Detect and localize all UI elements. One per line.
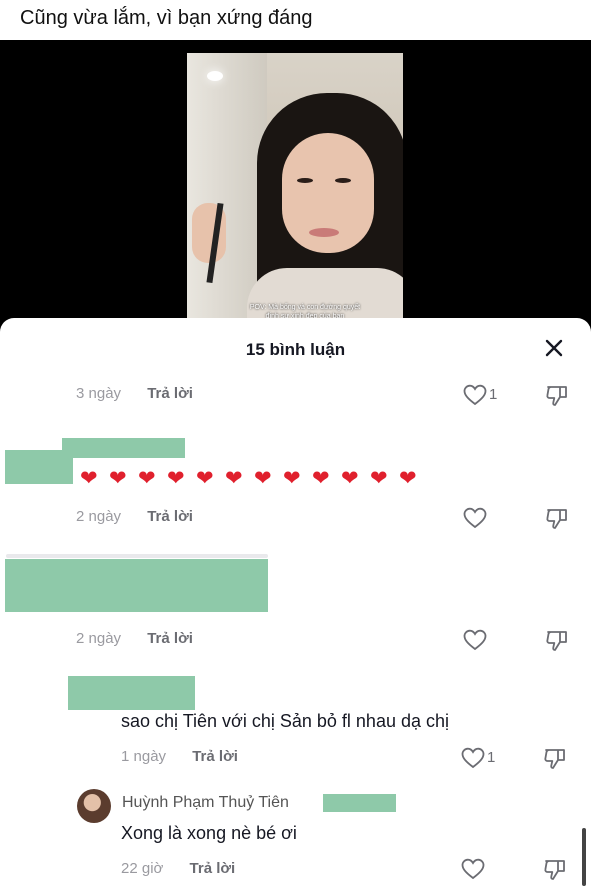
dislike-icon[interactable] [543,858,567,882]
like-count: 1 [487,749,496,766]
person-eye-right [335,178,351,183]
scrollbar[interactable] [582,828,586,886]
heart-outline-icon [461,747,485,769]
video-player[interactable]: POV: Mà bống và con đường quyết định sự … [0,40,591,340]
redacted-badge [323,794,396,812]
reply-button[interactable]: Trả lời [147,630,193,647]
comments-count-title: 15 bình luận [245,340,346,359]
heart-outline-icon [463,629,487,651]
comment-hearts: ❤ ❤ ❤ ❤ ❤ ❤ ❤ ❤ ❤ ❤ ❤ ❤ [80,466,428,491]
like-button[interactable] [461,858,501,882]
heart-emoji: ❤ [167,467,186,490]
comments-sheet: 15 bình luận 3 ngày Trả lời 1 ❤ ❤ ❤ ❤ ❤ ❤ ❤ ❤ ❤ ❤… [0,318,591,886]
heart-emoji: ❤ [138,467,157,490]
blurred-text [6,554,268,558]
heart-emoji: ❤ [341,467,360,490]
comment-time: 2 ngày [76,508,122,525]
comment-time: 1 ngày [121,748,167,765]
comment-meta: 22 giờ Trả lời [121,860,235,877]
close-icon[interactable] [541,335,567,361]
heart-emoji: ❤ [196,467,215,490]
comment-time: 2 ngày [76,630,122,647]
comment-time: 22 giờ [121,860,164,877]
redacted-username [68,676,195,710]
like-count: 1 [489,386,498,403]
redacted-avatar [5,450,73,484]
comment-meta: 2 ngày Trả lời [76,508,193,525]
ceiling-light [207,71,223,81]
reply-button[interactable]: Trả lời [147,508,193,525]
like-button[interactable] [463,507,503,531]
heart-emoji: ❤ [370,467,389,490]
heart-outline-icon [461,858,485,880]
post-caption: Cũng vừa lắm, vì bạn xứng đáng [0,0,591,40]
heart-emoji: ❤ [312,467,331,490]
reply-button[interactable]: Trả lời [192,748,238,765]
comment-time: 3 ngày [76,385,122,402]
comment-meta: 3 ngày Trả lời [76,385,193,402]
like-button[interactable]: 1 [463,384,503,408]
dislike-icon[interactable] [543,747,567,771]
heart-emoji: ❤ [254,467,273,490]
dislike-icon[interactable] [545,629,569,653]
reply-button[interactable]: Trả lời [147,385,193,402]
comment-text: Xong là xong nè bé ơi [121,823,297,843]
comment-username[interactable]: Huỳnh Phạm Thuỷ Tiên [122,794,289,812]
heart-outline-icon [463,507,487,529]
like-button[interactable]: 1 [461,747,501,771]
video-background [187,53,267,321]
heart-outline-icon [463,384,487,406]
redacted-comment [5,559,268,612]
heart-emoji: ❤ [399,467,418,490]
heart-emoji: ❤ [109,467,128,490]
heart-emoji: ❤ [283,467,302,490]
like-button[interactable] [463,629,503,653]
dislike-icon[interactable] [545,384,569,408]
heart-emoji: ❤ [225,467,244,490]
video-thumbnail[interactable]: POV: Mà bống và con đường quyết định sự … [187,53,403,321]
dislike-icon[interactable] [545,507,569,531]
comment-meta: 2 ngày Trả lời [76,630,193,647]
person-eye-left [297,178,313,183]
reply-button[interactable]: Trả lời [190,860,236,877]
redacted-username [62,438,185,458]
avatar[interactable] [77,789,111,823]
heart-emoji: ❤ [80,467,99,490]
person-lips [309,228,339,237]
comment-meta: 1 ngày Trả lời [121,748,238,765]
comment-text: sao chị Tiên với chị Sản bỏ fl nhau dạ c… [121,711,449,731]
